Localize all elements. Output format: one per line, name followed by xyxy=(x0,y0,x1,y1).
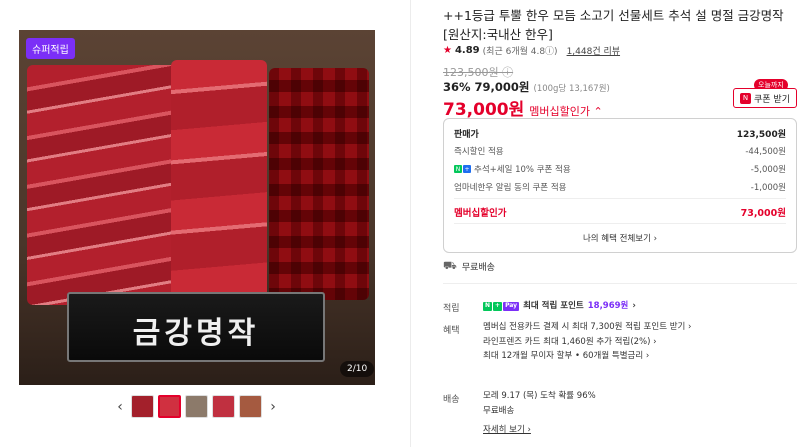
get-coupon-button[interactable]: N 쿠폰 받기 xyxy=(733,88,797,108)
free-delivery-row: ⛟ 무료배송 xyxy=(443,259,495,274)
meat-slice-ribeye xyxy=(27,65,182,305)
original-price: 123,500원 ⓘ xyxy=(443,66,514,79)
benefit-item[interactable]: 라인프렌즈 카드 최대 1,460원 추가 적립(2%) › xyxy=(483,335,691,350)
shipping-info: 모레 9.17 (목) 도착 확률 96% 무료배송 자세히 보기 › xyxy=(483,389,596,438)
truck-icon: ⛟ xyxy=(443,259,457,272)
discount-rate: 36% xyxy=(443,80,471,94)
meat-cubes xyxy=(269,68,369,300)
sale-price: 79,000원 xyxy=(474,80,530,94)
breakdown-divider xyxy=(454,198,786,199)
total-value: 73,000원 xyxy=(740,208,786,219)
review-count-link[interactable]: 1,448건 리뷰 xyxy=(567,44,620,57)
prev-image-icon[interactable]: ‹ xyxy=(113,399,127,415)
total-label: 멤버십할인가 xyxy=(454,208,507,219)
sale-price-row: 36% 79,000원 (100g당 13,167원) xyxy=(443,79,610,95)
benefits-label: 혜택 xyxy=(443,326,460,336)
star-icon: ★ xyxy=(443,45,452,56)
breakdown-label: 판매가 xyxy=(454,130,479,140)
member-price-row: 73,000원 멤버십할인가 ⌃ xyxy=(443,95,603,120)
points-row[interactable]: N + Pay 최대 적립 포인트 18,969원 › xyxy=(483,299,636,314)
breakdown-value: -1,000원 xyxy=(750,183,786,193)
price-breakdown-box: 판매가 123,500원 즉시할인 적용 -44,500원 N + 추석+세일 1… xyxy=(443,118,797,253)
breakdown-label: 즉시할인 적용 xyxy=(454,147,504,157)
breakdown-row-instant: 즉시할인 적용 -44,500원 xyxy=(454,145,786,157)
naver-icon: N xyxy=(740,92,751,104)
product-main-image[interactable]: 금강명작 xyxy=(19,30,375,385)
coupon-label: 쿠폰 받기 xyxy=(754,94,790,105)
super-points-badge: 슈퍼적립 xyxy=(26,38,75,59)
brand-plaque: 금강명작 xyxy=(67,292,325,362)
shipping-line: 모레 9.17 (목) 도착 확률 96% xyxy=(483,391,596,401)
thumbnail-5[interactable] xyxy=(239,395,262,418)
thumbnail-1[interactable] xyxy=(131,395,154,418)
thumbnail-4[interactable] xyxy=(212,395,235,418)
breakdown-row-total: 멤버십할인가 73,000원 xyxy=(454,205,786,219)
breakdown-label: 추석+세일 10% 쿠폰 적용 xyxy=(474,165,571,175)
product-title: ++1등급 투뿔 한우 모듬 소고기 선물세트 추석 설 명절 금강명작 [원산… xyxy=(443,8,784,42)
shipping-label: 배송 xyxy=(443,395,460,405)
naver-pay-icon: N + xyxy=(454,165,471,173)
rating-row: ★ 4.89 (최근 6개월 4.8ⓘ) 1,448건 리뷰 xyxy=(443,44,620,57)
points-value: 18,969원 xyxy=(587,301,629,311)
thumbnail-2[interactable] xyxy=(158,395,181,418)
naver-pay-icon: N + Pay xyxy=(483,301,520,311)
unit-price: (100g당 13,167원) xyxy=(533,84,610,94)
free-delivery-label: 무료배송 xyxy=(461,263,495,273)
breakdown-divider xyxy=(454,223,786,224)
benefits-list: 멤버십 전용카드 결제 시 최대 7,300원 적립 포인트 받기 › 라인프렌… xyxy=(483,320,691,364)
member-price: 73,000원 xyxy=(443,100,525,120)
shipping-detail-link[interactable]: 자세히 보기 › xyxy=(483,423,596,438)
breakdown-value: -5,000원 xyxy=(750,165,786,175)
member-price-toggle[interactable]: 멤버십할인가 ⌃ xyxy=(529,103,602,119)
all-benefits-link[interactable]: 나의 혜택 전체보기 › xyxy=(444,232,796,244)
breakdown-label-wrap: N + 추석+세일 10% 쿠폰 적용 xyxy=(454,163,571,175)
breakdown-value: -44,500원 xyxy=(745,147,786,157)
shipping-line: 무료배송 xyxy=(483,405,515,416)
benefit-item[interactable]: 멤버십 전용카드 결제 시 최대 7,300원 적립 포인트 받기 › xyxy=(483,320,691,335)
plaque-text: 금강명작 xyxy=(132,316,260,351)
column-divider xyxy=(410,0,411,447)
next-image-icon[interactable]: › xyxy=(266,399,280,415)
section-divider xyxy=(443,283,797,284)
image-counter: 2/10 xyxy=(340,361,375,377)
breakdown-row-coupon1: N + 추석+세일 10% 쿠폰 적용 -5,000원 xyxy=(454,163,786,175)
breakdown-row-price: 판매가 123,500원 xyxy=(454,127,786,140)
thumbnail-strip: ‹ › xyxy=(113,395,280,418)
chevron-right-icon: › xyxy=(632,301,636,311)
benefit-item[interactable]: 최대 12개월 무이자 할부 • 60개월 특별금리 › xyxy=(483,349,691,364)
rating-detail[interactable]: (최근 6개월 4.8ⓘ) xyxy=(483,44,558,57)
points-label: 적립 xyxy=(443,304,460,314)
rating-score: 4.89 xyxy=(454,45,480,56)
breakdown-label: 엄마네한우 알림 동의 쿠폰 적용 xyxy=(454,183,567,193)
meat-slice-sirloin xyxy=(171,60,267,300)
breakdown-row-coupon2: 엄마네한우 알림 동의 쿠폰 적용 -1,000원 xyxy=(454,181,786,193)
breakdown-value: 123,500원 xyxy=(736,130,786,140)
points-prefix: 최대 적립 포인트 xyxy=(523,301,584,311)
thumbnail-3[interactable] xyxy=(185,395,208,418)
